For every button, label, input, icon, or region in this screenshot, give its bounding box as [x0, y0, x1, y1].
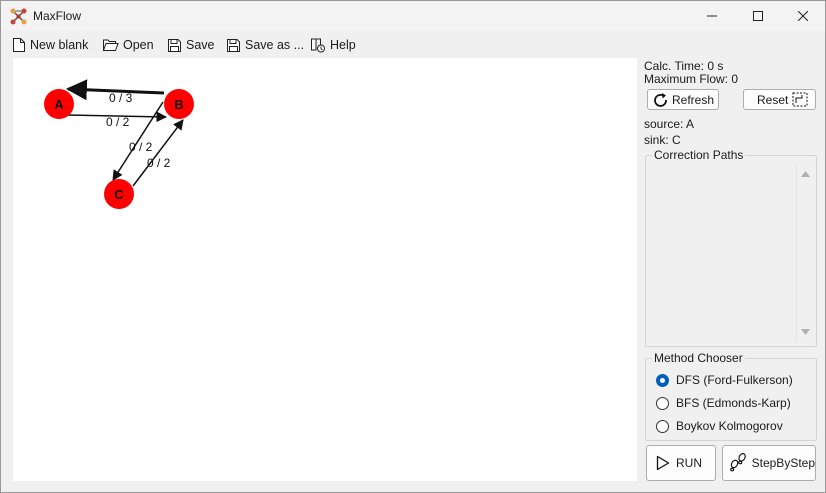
menu-new-blank[interactable]: New blank [12, 35, 88, 55]
edge-label: 0 / 2 [147, 156, 171, 170]
minimize-icon [707, 15, 717, 17]
scroll-up-icon [801, 171, 810, 177]
app-window: MaxFlow New blank Open Save Save as ... … [0, 0, 826, 493]
edge-label: 0 / 2 [106, 115, 130, 129]
radio-bfs-label: BFS (Edmonds-Karp) [676, 396, 791, 410]
close-button[interactable] [780, 1, 826, 31]
reset-label: Reset [757, 92, 789, 107]
radio-dfs-label: DFS (Ford-Fulkerson) [676, 373, 793, 387]
menu-save-as-label: Save as ... [245, 38, 305, 52]
radio-boykov-label: Boykov Kolmogorov [676, 419, 783, 433]
menu-save-label: Save [186, 38, 215, 52]
save-disk-icon [168, 38, 181, 52]
app-graph-icon [10, 8, 27, 25]
correction-paths-legend: Correction Paths [652, 148, 746, 162]
radio-boykov-indicator[interactable] [656, 419, 669, 433]
max-flow-text: Maximum Flow: 0 [644, 72, 739, 86]
title-bar: MaxFlow [1, 1, 825, 31]
radio-bfs-indicator[interactable] [656, 396, 669, 410]
footsteps-icon [730, 453, 746, 472]
control-panel: Calc. Time: 0 s Maximum Flow: 0 Refresh … [641, 58, 821, 488]
node-label: C [114, 187, 124, 202]
menu-bar: New blank Open Save Save as ... Help [1, 32, 825, 56]
menu-open-label: Open [123, 38, 154, 52]
edge-label: 0 / 3 [109, 91, 133, 105]
menu-new-blank-label: New blank [30, 38, 89, 52]
source-text: source: A [644, 117, 695, 131]
reset-button[interactable]: Reset [743, 89, 816, 110]
reset-dashed-icon [792, 92, 808, 107]
maximize-button[interactable] [735, 1, 781, 31]
correction-paths-list[interactable] [648, 164, 814, 342]
play-icon [656, 455, 670, 471]
sink-text: sink: C [644, 133, 681, 147]
radio-dfs[interactable]: DFS (Ford-Fulkerson) [656, 373, 793, 387]
refresh-label: Refresh [672, 92, 715, 107]
menu-open[interactable]: Open [102, 35, 154, 55]
radio-bfs[interactable]: BFS (Edmonds-Karp) [656, 396, 791, 410]
run-label: RUN [676, 456, 702, 470]
radio-boykov[interactable]: Boykov Kolmogorov [656, 419, 783, 433]
menu-save-as[interactable]: Save as ... [226, 35, 304, 55]
menu-save[interactable]: Save [167, 35, 215, 55]
open-folder-icon [102, 39, 119, 51]
graph-node-b[interactable]: B [164, 89, 194, 119]
refresh-icon [654, 92, 667, 107]
minimize-button[interactable] [689, 1, 735, 31]
window-title: MaxFlow [33, 9, 82, 23]
menu-help[interactable]: Help [310, 35, 356, 55]
step-by-step-button[interactable]: StepByStep [722, 445, 816, 481]
graph-node-c[interactable]: C [104, 179, 134, 209]
refresh-button[interactable]: Refresh [647, 89, 719, 110]
scroll-down-icon [801, 329, 810, 335]
node-label: A [54, 97, 64, 112]
run-button[interactable]: RUN [646, 445, 716, 481]
step-by-step-label: StepByStep [751, 456, 815, 470]
save-as-disk-icon [227, 38, 240, 52]
node-label: B [174, 97, 183, 112]
correction-paths-scrollbar[interactable] [796, 164, 813, 342]
radio-dfs-indicator[interactable] [656, 373, 669, 387]
menu-help-label: Help [330, 38, 356, 52]
method-chooser-legend: Method Chooser [652, 351, 745, 365]
correction-paths-group: Correction Paths [645, 148, 817, 347]
maximize-icon [753, 11, 763, 21]
graph-svg: 0 / 3 0 / 2 0 / 2 0 / 2 A B C [44, 79, 194, 209]
close-icon [798, 11, 808, 21]
graph-node-a[interactable]: A [44, 89, 74, 119]
new-file-icon [13, 38, 25, 52]
graph-canvas[interactable]: 0 / 3 0 / 2 0 / 2 0 / 2 A B C [13, 58, 637, 481]
help-book-icon [311, 38, 325, 53]
edge-label: 0 / 2 [129, 140, 153, 154]
method-chooser-group: Method Chooser DFS (Ford-Fulkerson) BFS … [645, 351, 817, 441]
